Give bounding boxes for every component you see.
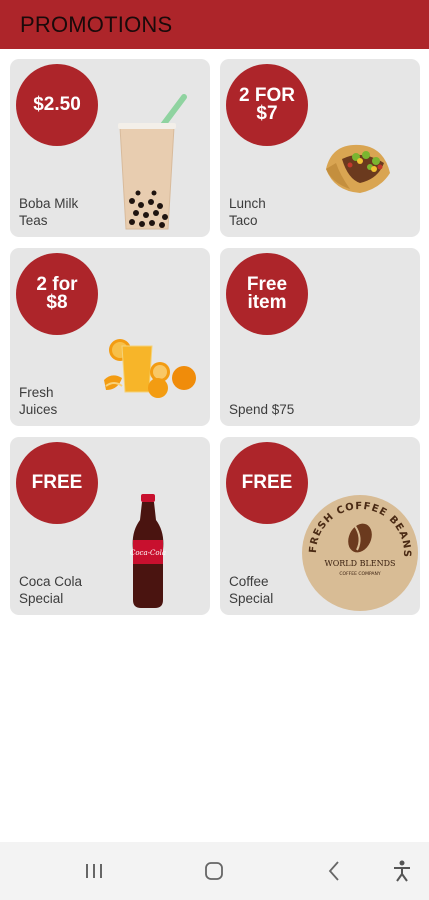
home-icon xyxy=(205,862,223,880)
promo-label: Coca Cola Special xyxy=(19,574,83,606)
coca-cola-bottle-image: Coca-Cola xyxy=(130,494,166,608)
accessibility-button[interactable] xyxy=(372,842,429,900)
promo-card-boba[interactable]: $2.50 Boba Milk Teas xyxy=(10,59,210,237)
boba-tea-image xyxy=(118,94,187,230)
promo-label: Spend $75 xyxy=(229,402,295,417)
promo-label: Fresh Juices xyxy=(19,385,58,417)
page-title: PROMOTIONS xyxy=(20,12,173,37)
coffee-sub-text: COFFEE COMPANY xyxy=(339,571,380,577)
promo-badge: 2 FOR $7 xyxy=(226,64,308,146)
orange-juice-image xyxy=(104,339,196,398)
promo-card-juices[interactable]: 2 for $8 Fresh Juices xyxy=(10,248,210,426)
promo-badge: FREE xyxy=(16,442,98,524)
coffee-beans-logo-image: FRESH COFFEE BEANS WORLD BLENDS COFFEE C… xyxy=(302,495,418,611)
promo-badge: $2.50 xyxy=(16,64,98,146)
accessibility-icon xyxy=(394,860,410,882)
promo-label: Coffee Special xyxy=(229,574,274,606)
recent-apps-icon xyxy=(86,864,102,878)
coke-label-text: Coca-Cola xyxy=(130,549,166,557)
promo-badge: Free item xyxy=(226,253,308,335)
promo-label: Lunch Taco xyxy=(229,196,266,228)
back-button[interactable] xyxy=(304,842,364,900)
promo-card-coca-cola[interactable]: FREE Coca-Cola Coca Cola Special xyxy=(10,437,210,615)
promo-badge: 2 for $8 xyxy=(16,253,98,335)
coffee-brand-text: WORLD BLENDS xyxy=(325,559,396,568)
recent-apps-button[interactable] xyxy=(64,842,124,900)
promo-card-coffee[interactable]: FREE FRESH COFFEE BEANS WORLD BLENDS COF… xyxy=(220,437,420,615)
home-button[interactable] xyxy=(184,842,244,900)
taco-image xyxy=(326,144,390,193)
system-navbar xyxy=(0,842,429,900)
promo-card-spend[interactable]: Free item Spend $75 xyxy=(220,248,420,426)
app-header: PROMOTIONS xyxy=(0,0,429,49)
promo-badge: FREE xyxy=(226,442,308,524)
promo-label: Boba Milk Teas xyxy=(19,196,79,228)
promo-card-taco[interactable]: 2 FOR $7 Lunch Taco xyxy=(220,59,420,237)
back-icon xyxy=(328,861,339,881)
